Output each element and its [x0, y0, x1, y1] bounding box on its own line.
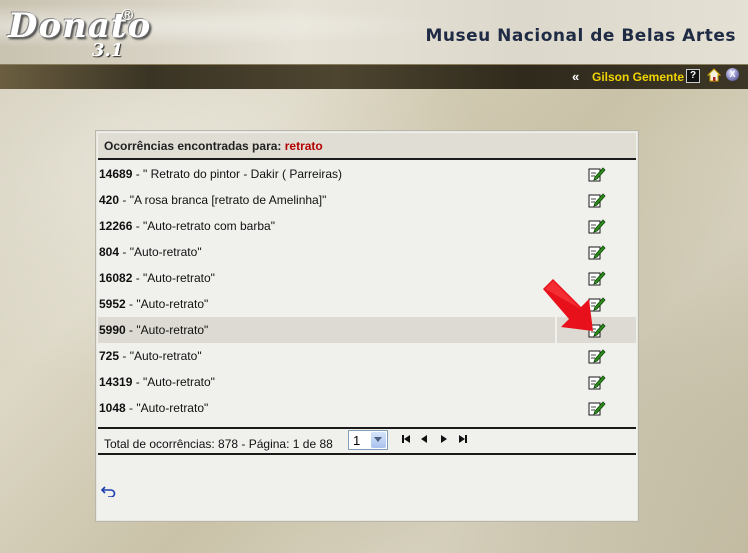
edit-icon[interactable]	[588, 166, 606, 182]
result-text[interactable]: 5990 - "Auto-retrato"	[99, 323, 208, 337]
result-id: 1048	[99, 401, 126, 415]
museum-name: Museu Nacional de Belas Artes	[425, 26, 736, 46]
pager-divider-bottom	[98, 453, 636, 455]
total-occurrences: Total de ocorrências: 878 - Página: 1 de…	[104, 437, 333, 451]
previous-page-icon[interactable]	[420, 434, 428, 446]
result-text[interactable]: 14319 - "Auto-retrato"	[99, 375, 215, 389]
result-title: - "Auto-retrato"	[125, 323, 209, 337]
result-id: 420	[99, 193, 120, 207]
result-id: 5952	[99, 297, 126, 311]
app-header: Donato ® 3.1 Museu Nacional de Belas Art…	[0, 0, 748, 64]
search-term: retrato	[284, 139, 323, 153]
result-title: - "Auto-retrato"	[119, 349, 202, 363]
result-title: - "Auto-retrato com barba"	[132, 219, 275, 233]
list-item[interactable]: 1048 - "Auto-retrato"	[98, 395, 636, 421]
result-title: - "Auto-retrato"	[132, 271, 215, 285]
result-title: - "Auto-retrato"	[119, 245, 202, 259]
help-icon[interactable]: ?	[686, 69, 700, 83]
result-id: 5990	[99, 323, 126, 337]
result-id: 14319	[99, 375, 133, 389]
result-text[interactable]: 420 - "A rosa branca [retrato de Amelinh…	[99, 193, 326, 207]
user-name-link[interactable]: Gilson Gemente	[592, 70, 684, 84]
list-item[interactable]: 420 - "A rosa branca [retrato de Amelinh…	[98, 187, 636, 213]
next-page-icon[interactable]	[440, 434, 448, 446]
registered-mark: ®	[120, 6, 135, 24]
result-text[interactable]: 16082 - "Auto-retrato"	[99, 271, 215, 285]
result-id: 14689	[99, 167, 133, 181]
result-id: 16082	[99, 271, 133, 285]
page-select-value: 1	[353, 433, 361, 448]
edit-icon[interactable]	[588, 244, 606, 260]
pointer-arrow-icon	[541, 277, 601, 335]
result-text[interactable]: 1048 - "Auto-retrato"	[99, 401, 208, 415]
result-text[interactable]: 725 - "Auto-retrato"	[99, 349, 202, 363]
list-item[interactable]: 14689 - " Retrato do pintor - Dakir ( Pa…	[98, 161, 636, 187]
result-id: 12266	[99, 219, 133, 233]
result-text[interactable]: 5952 - "Auto-retrato"	[99, 297, 208, 311]
list-item[interactable]: 804 - "Auto-retrato"	[98, 239, 636, 265]
page-select[interactable]: 1	[348, 430, 388, 450]
result-text[interactable]: 14689 - " Retrato do pintor - Dakir ( Pa…	[99, 167, 342, 181]
pager-divider-top	[98, 427, 636, 429]
edit-icon[interactable]	[588, 374, 606, 390]
list-item[interactable]: 12266 - "Auto-retrato com barba"	[98, 213, 636, 239]
exit-icon[interactable]: X	[726, 68, 739, 81]
edit-icon[interactable]	[588, 218, 606, 234]
user-bar: « Gilson Gemente ? X	[0, 64, 748, 89]
chevron-down-icon[interactable]	[371, 432, 386, 448]
edit-icon[interactable]	[588, 400, 606, 416]
last-page-icon[interactable]	[458, 434, 468, 446]
result-text[interactable]: 12266 - "Auto-retrato com barba"	[99, 219, 275, 233]
result-title: - "Auto-retrato"	[125, 297, 209, 311]
home-icon[interactable]	[706, 68, 722, 82]
result-id: 725	[99, 349, 120, 363]
result-title: - "Auto-retrato"	[132, 375, 215, 389]
results-header: Ocorrências encontradas para: retrato	[98, 133, 636, 160]
list-item[interactable]: 725 - "Auto-retrato"	[98, 343, 636, 369]
list-item[interactable]: 14319 - "Auto-retrato"	[98, 369, 636, 395]
edit-icon[interactable]	[588, 192, 606, 208]
result-title: - "A rosa branca [retrato de Amelinha]"	[119, 193, 327, 207]
back-arrow-icon[interactable]	[100, 485, 117, 498]
back-guillemet-link[interactable]: «	[572, 69, 579, 84]
first-page-icon[interactable]	[401, 434, 411, 446]
result-id: 804	[99, 245, 120, 259]
logo-version: 3.1	[92, 40, 124, 61]
edit-icon[interactable]	[588, 348, 606, 364]
results-header-label: Ocorrências encontradas para:	[104, 139, 285, 153]
result-text[interactable]: 804 - "Auto-retrato"	[99, 245, 202, 259]
result-title: - " Retrato do pintor - Dakir ( Parreira…	[132, 167, 343, 181]
result-title: - "Auto-retrato"	[125, 401, 209, 415]
